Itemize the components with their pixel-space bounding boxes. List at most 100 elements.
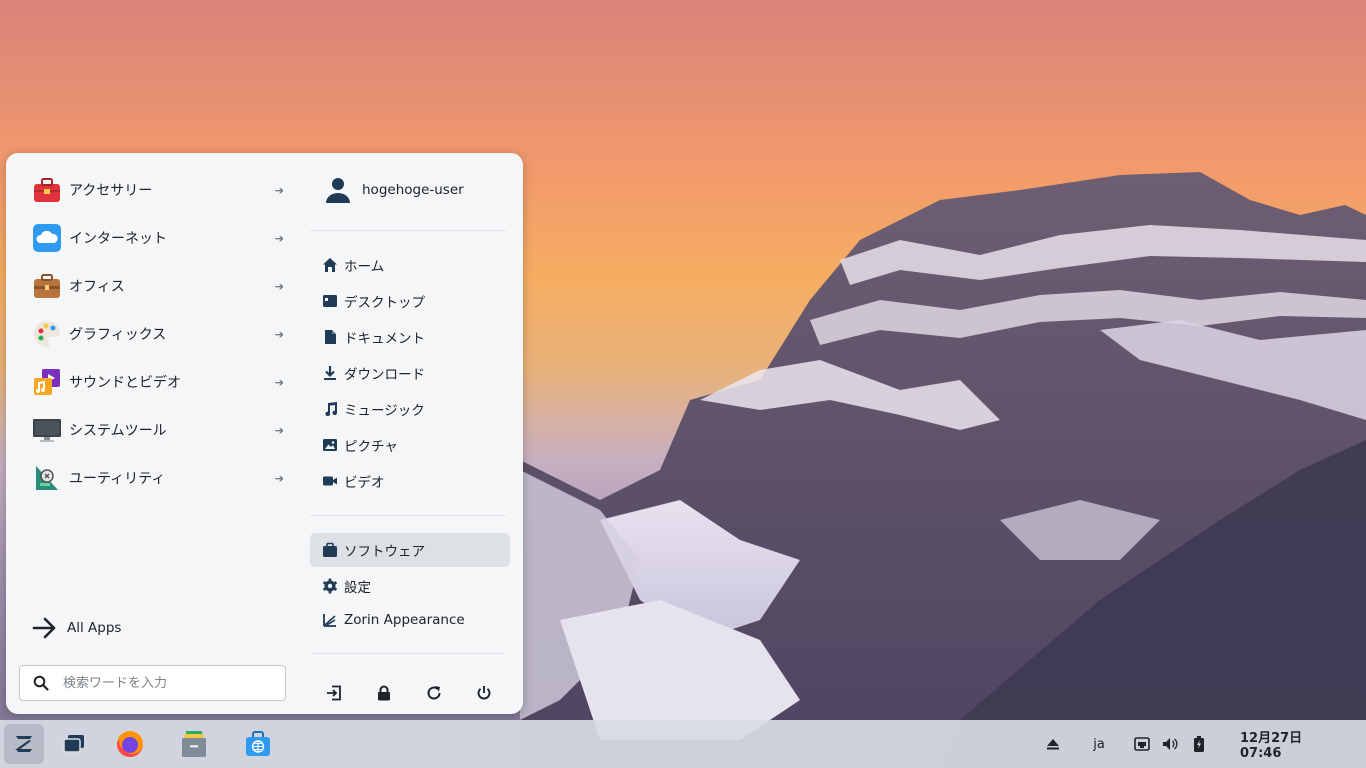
user-button[interactable]: hogehoge-user	[324, 173, 464, 207]
utilities-icon	[36, 466, 58, 490]
eject-icon	[1047, 739, 1059, 750]
appearance-icon	[323, 614, 336, 627]
settings-button[interactable]: 設定	[310, 569, 510, 603]
place-pictures[interactable]: ピクチャ	[310, 428, 510, 462]
wired-network-icon	[1134, 737, 1150, 751]
home-icon	[323, 258, 337, 272]
divider	[310, 515, 506, 516]
software-store-button[interactable]	[238, 724, 278, 764]
document-icon	[325, 330, 336, 344]
arrow-right-icon: ➔	[274, 327, 284, 341]
cloud-icon	[33, 224, 61, 252]
arrow-right-icon: ➔	[274, 231, 284, 245]
place-desktop[interactable]: デスクトップ	[310, 284, 510, 318]
category-label: アクセサリー	[69, 183, 153, 199]
files-button[interactable]	[174, 724, 214, 764]
battery-charging-icon	[1194, 736, 1204, 752]
firefox-button[interactable]	[110, 724, 150, 764]
volume-indicator[interactable]	[1160, 732, 1180, 756]
language-indicator[interactable]: ja	[1088, 732, 1110, 756]
category-label: オフィス	[69, 279, 125, 295]
desktop: アクセサリー ➔ インターネット ➔ オフィス ➔ グラフィックス ➔ サウンド…	[0, 0, 1366, 768]
place-documents[interactable]: ドキュメント	[310, 320, 510, 354]
place-music[interactable]: ミュージック	[310, 392, 510, 426]
logout-button[interactable]	[322, 681, 346, 705]
divider	[310, 230, 506, 231]
place-label: ピクチャ	[344, 439, 398, 455]
restart-button[interactable]	[422, 681, 446, 705]
category-label: ユーティリティ	[69, 471, 166, 487]
software-store-icon	[246, 731, 270, 756]
monitor-icon	[33, 419, 61, 442]
all-apps-label: All Apps	[67, 620, 122, 636]
volume-icon	[1163, 738, 1178, 750]
place-label: ホーム	[344, 259, 385, 275]
category-system-tools[interactable]: システムツール ➔	[32, 413, 284, 447]
arrow-right-icon: ➔	[274, 279, 284, 293]
category-accessories[interactable]: アクセサリー ➔	[32, 173, 284, 207]
software-button[interactable]: ソフトウェア	[310, 533, 510, 567]
clock-label: 12月27日 07:46	[1240, 731, 1303, 761]
settings-label: 設定	[344, 580, 371, 596]
eject-button[interactable]	[1043, 732, 1063, 756]
battery-indicator[interactable]	[1189, 732, 1209, 756]
divider	[310, 653, 506, 654]
arrow-right-icon: ➔	[274, 375, 284, 389]
workspaces-icon	[63, 735, 84, 753]
picture-icon	[323, 439, 337, 451]
workspaces-button[interactable]	[54, 724, 94, 764]
music-icon	[325, 402, 338, 417]
logout-icon	[327, 685, 341, 701]
place-label: ドキュメント	[344, 331, 425, 347]
toolbox-icon	[34, 178, 60, 202]
software-bag-icon	[323, 542, 337, 557]
all-apps-button[interactable]: All Apps	[32, 613, 192, 643]
taskbar: ja 12月27日 07:46	[0, 720, 1366, 768]
clock[interactable]: 12月27日 07:46	[1240, 731, 1346, 761]
palette-icon	[34, 321, 60, 347]
power-icon	[477, 686, 491, 700]
place-home[interactable]: ホーム	[310, 248, 510, 282]
category-office[interactable]: オフィス ➔	[32, 269, 284, 303]
zorin-menu-button[interactable]	[4, 724, 44, 764]
power-button[interactable]	[472, 681, 496, 705]
category-label: サウンドとビデオ	[69, 375, 181, 391]
category-label: グラフィックス	[69, 327, 167, 343]
category-utilities[interactable]: ユーティリティ ➔	[32, 461, 284, 495]
files-icon	[182, 731, 206, 757]
arrow-right-icon: ➔	[274, 471, 284, 485]
briefcase-icon	[34, 274, 60, 298]
media-icon	[34, 369, 60, 395]
place-videos[interactable]: ビデオ	[310, 464, 510, 498]
place-label: ビデオ	[344, 475, 385, 491]
video-icon	[323, 476, 337, 486]
software-label: ソフトウェア	[344, 544, 425, 560]
zorin-menu-icon	[15, 736, 32, 752]
zorin-appearance-button[interactable]: Zorin Appearance	[310, 603, 510, 637]
search-input[interactable]	[61, 674, 265, 692]
lock-icon	[378, 685, 390, 701]
start-menu: アクセサリー ➔ インターネット ➔ オフィス ➔ グラフィックス ➔ サウンド…	[6, 153, 523, 714]
search-box[interactable]	[19, 665, 286, 701]
arrow-right-icon: ➔	[274, 423, 284, 437]
gear-icon	[323, 578, 337, 594]
language-label: ja	[1093, 736, 1105, 752]
desktop-folder-icon	[323, 295, 337, 307]
user-icon	[326, 178, 350, 203]
network-indicator[interactable]	[1132, 732, 1152, 756]
category-graphics[interactable]: グラフィックス ➔	[32, 317, 284, 351]
place-label: ミュージック	[344, 403, 425, 419]
arrow-right-icon: ➔	[274, 183, 284, 197]
restart-icon	[427, 686, 441, 700]
place-label: ダウンロード	[344, 367, 425, 383]
search-icon	[33, 675, 49, 691]
lock-button[interactable]	[372, 681, 396, 705]
category-sound-video[interactable]: サウンドとビデオ ➔	[32, 365, 284, 399]
firefox-icon	[116, 731, 143, 758]
place-downloads[interactable]: ダウンロード	[310, 356, 510, 390]
category-label: システムツール	[69, 423, 167, 439]
category-internet[interactable]: インターネット ➔	[32, 221, 284, 255]
place-label: デスクトップ	[344, 295, 425, 311]
download-icon	[324, 366, 336, 380]
category-label: インターネット	[69, 231, 167, 247]
